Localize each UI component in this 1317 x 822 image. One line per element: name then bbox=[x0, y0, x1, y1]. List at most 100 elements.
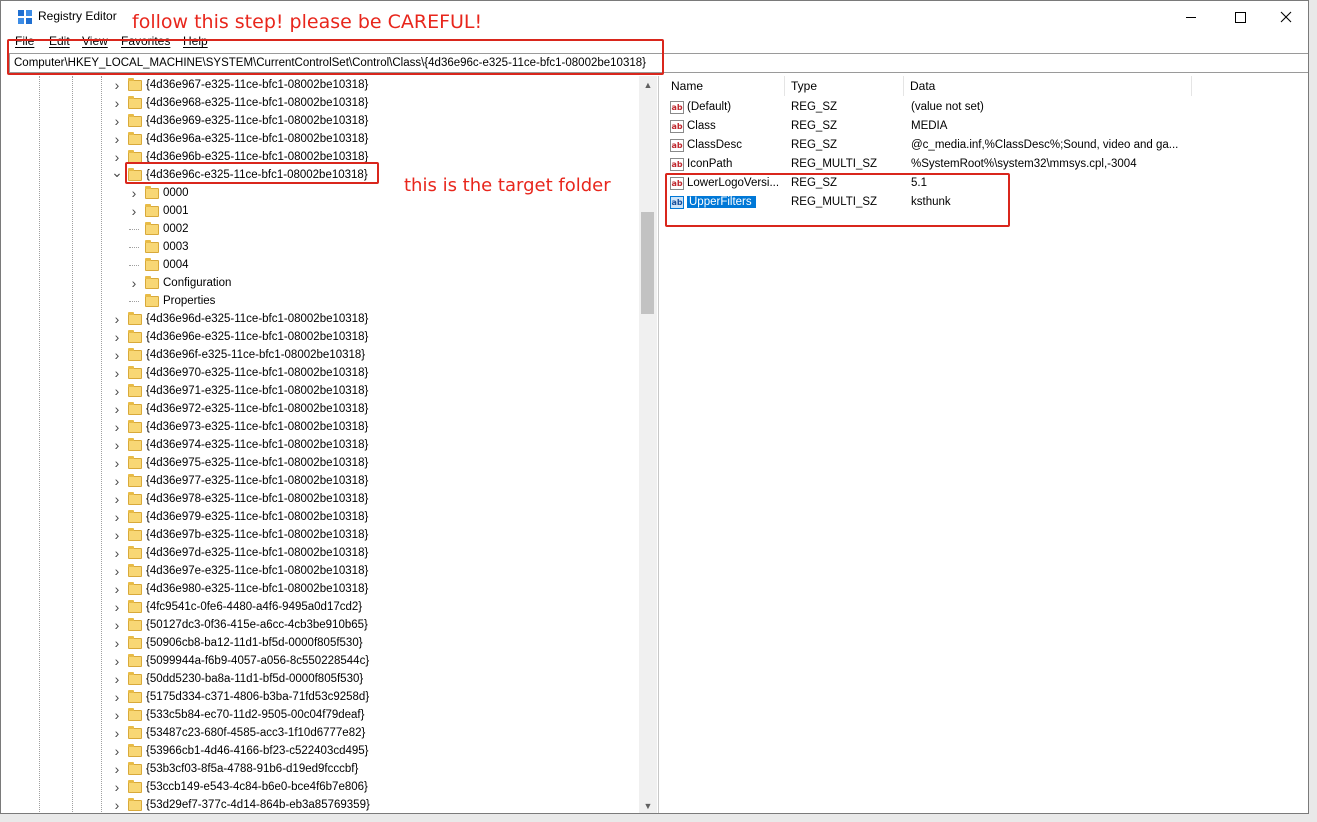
column-header-data[interactable]: Data bbox=[904, 76, 1192, 96]
chevron-right-icon[interactable]: › bbox=[112, 310, 122, 328]
chevron-right-icon[interactable]: › bbox=[112, 598, 122, 616]
chevron-right-icon[interactable]: › bbox=[112, 796, 122, 813]
tree-item[interactable]: › {4d36e970-e325-11ce-bfc1-08002be10318} bbox=[112, 364, 369, 382]
tree-item[interactable]: › {53ccb149-e543-4c84-b6e0-bce4f6b7e806} bbox=[112, 778, 368, 796]
tree-item[interactable]: › {4d36e980-e325-11ce-bfc1-08002be10318} bbox=[112, 580, 369, 598]
tree-item[interactable]: › Configuration bbox=[129, 274, 232, 292]
tree-item[interactable]: › {4d36e975-e325-11ce-bfc1-08002be10318} bbox=[112, 454, 369, 472]
tree-item[interactable]: › {4d36e972-e325-11ce-bfc1-08002be10318} bbox=[112, 400, 369, 418]
chevron-right-icon[interactable]: › bbox=[112, 580, 122, 598]
chevron-right-icon[interactable]: › bbox=[112, 94, 122, 112]
tree-item[interactable]: › {4d36e96b-e325-11ce-bfc1-08002be10318} bbox=[112, 148, 369, 166]
close-button[interactable] bbox=[1263, 1, 1308, 33]
chevron-right-icon[interactable]: › bbox=[112, 670, 122, 688]
tree-item[interactable]: › {533c5b84-ec70-11d2-9505-00c04f79deaf} bbox=[112, 706, 365, 724]
menu-view[interactable]: View bbox=[82, 34, 108, 48]
tree-item[interactable]: › {4d36e96a-e325-11ce-bfc1-08002be10318} bbox=[112, 130, 369, 148]
value-row[interactable]: ab LowerLogoVersi... REG_SZ 5.1 bbox=[665, 174, 1308, 193]
chevron-right-icon[interactable]: › bbox=[112, 130, 122, 148]
chevron-right-icon[interactable]: › bbox=[112, 418, 122, 436]
tree-item[interactable]: › {4d36e974-e325-11ce-bfc1-08002be10318} bbox=[112, 436, 369, 454]
value-row[interactable]: ab (Default) REG_SZ (value not set) bbox=[665, 98, 1308, 117]
tree-item[interactable]: › {53487c23-680f-4585-acc3-1f10d6777e82} bbox=[112, 724, 366, 742]
chevron-right-icon[interactable]: › bbox=[112, 76, 122, 94]
menu-file[interactable]: File bbox=[15, 34, 34, 48]
value-row[interactable]: ab Class REG_SZ MEDIA bbox=[665, 117, 1308, 136]
menu-favorites[interactable]: Favorites bbox=[121, 34, 170, 48]
tree-item[interactable]: Properties bbox=[129, 292, 215, 310]
chevron-right-icon[interactable]: › bbox=[112, 436, 122, 454]
column-header-name[interactable]: Name bbox=[665, 76, 785, 96]
maximize-button[interactable] bbox=[1217, 1, 1263, 33]
tree-item[interactable]: › 0000 bbox=[129, 184, 189, 202]
value-row[interactable]: ab UpperFilters REG_MULTI_SZ ksthunk bbox=[665, 193, 1308, 212]
tree-item[interactable]: › {53b3cf03-8f5a-4788-91b6-d19ed9fcccbf} bbox=[112, 760, 359, 778]
tree-item[interactable]: › {4d36e97b-e325-11ce-bfc1-08002be10318} bbox=[112, 526, 369, 544]
tree-item[interactable]: › {4d36e96f-e325-11ce-bfc1-08002be10318} bbox=[112, 346, 365, 364]
chevron-right-icon[interactable]: › bbox=[112, 652, 122, 670]
tree-item[interactable]: › {53966cb1-4d46-4166-bf23-c522403cd495} bbox=[112, 742, 369, 760]
scroll-down-arrow-icon[interactable]: ▼ bbox=[639, 797, 657, 813]
chevron-right-icon[interactable]: › bbox=[112, 562, 122, 580]
tree-item[interactable]: › {4d36e969-e325-11ce-bfc1-08002be10318} bbox=[112, 112, 369, 130]
chevron-down-icon[interactable]: ⌄ bbox=[111, 163, 123, 181]
tree-item[interactable]: › {4d36e97d-e325-11ce-bfc1-08002be10318} bbox=[112, 544, 369, 562]
scroll-thumb[interactable] bbox=[641, 212, 654, 314]
tree-item[interactable]: › {4d36e971-e325-11ce-bfc1-08002be10318} bbox=[112, 382, 369, 400]
tree-item[interactable]: › {4d36e97e-e325-11ce-bfc1-08002be10318} bbox=[112, 562, 369, 580]
chevron-right-icon[interactable]: › bbox=[129, 202, 139, 220]
tree-item[interactable]: › {4d36e973-e325-11ce-bfc1-08002be10318} bbox=[112, 418, 369, 436]
tree-item[interactable]: › {4d36e977-e325-11ce-bfc1-08002be10318} bbox=[112, 472, 369, 490]
chevron-right-icon[interactable]: › bbox=[112, 490, 122, 508]
tree-item[interactable]: › {4d36e979-e325-11ce-bfc1-08002be10318} bbox=[112, 508, 369, 526]
chevron-right-icon[interactable]: › bbox=[129, 184, 139, 202]
chevron-right-icon[interactable]: › bbox=[112, 634, 122, 652]
tree-item[interactable]: › {4fc9541c-0fe6-4480-a4f6-9495a0d17cd2} bbox=[112, 598, 362, 616]
chevron-right-icon[interactable]: › bbox=[112, 382, 122, 400]
menu-help[interactable]: Help bbox=[183, 34, 208, 48]
tree-item[interactable]: › {4d36e968-e325-11ce-bfc1-08002be10318} bbox=[112, 94, 369, 112]
column-header-type[interactable]: Type bbox=[785, 76, 904, 96]
chevron-right-icon[interactable]: › bbox=[112, 472, 122, 490]
tree-item[interactable]: › {50127dc3-0f36-415e-a6cc-4cb3be910b65} bbox=[112, 616, 368, 634]
chevron-right-icon[interactable]: › bbox=[112, 724, 122, 742]
chevron-right-icon[interactable]: › bbox=[112, 346, 122, 364]
tree-item[interactable]: › {50906cb8-ba12-11d1-bf5d-0000f805f530} bbox=[112, 634, 363, 652]
chevron-right-icon[interactable]: › bbox=[112, 544, 122, 562]
tree-item[interactable]: ⌄ {4d36e96c-e325-11ce-bfc1-08002be10318} bbox=[111, 163, 368, 184]
tree-item[interactable]: 0002 bbox=[129, 220, 189, 238]
value-row[interactable]: ab IconPath REG_MULTI_SZ %SystemRoot%\syste… bbox=[665, 155, 1308, 174]
chevron-right-icon[interactable]: › bbox=[112, 526, 122, 544]
chevron-right-icon[interactable]: › bbox=[112, 742, 122, 760]
tree-item[interactable]: › {5175d334-c371-4806-b3ba-71fd53c9258d} bbox=[112, 688, 370, 706]
tree-item[interactable]: › {50dd5230-ba8a-11d1-bf5d-0000f805f530} bbox=[112, 670, 364, 688]
tree-item[interactable]: › {4d36e967-e325-11ce-bfc1-08002be10318} bbox=[112, 76, 369, 94]
tree-item[interactable]: › {4d36e96e-e325-11ce-bfc1-08002be10318} bbox=[112, 328, 369, 346]
minimize-button[interactable] bbox=[1168, 1, 1214, 33]
tree-scrollbar[interactable]: ▲ ▼ bbox=[639, 76, 657, 813]
chevron-right-icon[interactable]: › bbox=[112, 688, 122, 706]
tree-item[interactable]: 0003 bbox=[129, 238, 189, 256]
chevron-right-icon[interactable]: › bbox=[112, 616, 122, 634]
chevron-right-icon[interactable]: › bbox=[112, 706, 122, 724]
chevron-right-icon[interactable]: › bbox=[112, 778, 122, 796]
value-row[interactable]: ab ClassDesc REG_SZ @c_media.inf,%ClassDesc… bbox=[665, 136, 1308, 155]
chevron-right-icon[interactable]: › bbox=[112, 328, 122, 346]
chevron-right-icon[interactable]: › bbox=[112, 400, 122, 418]
chevron-right-icon[interactable]: › bbox=[129, 274, 139, 292]
tree-item[interactable]: › {4d36e978-e325-11ce-bfc1-08002be10318} bbox=[112, 490, 369, 508]
tree-item[interactable]: › {4d36e96d-e325-11ce-bfc1-08002be10318} bbox=[112, 310, 369, 328]
values-list[interactable]: Name Type Data ab (Default) REG_SZ (value n… bbox=[665, 76, 1308, 813]
chevron-right-icon[interactable]: › bbox=[112, 454, 122, 472]
menu-edit[interactable]: Edit bbox=[49, 34, 70, 48]
scroll-up-arrow-icon[interactable]: ▲ bbox=[639, 76, 657, 93]
tree-item[interactable]: › 0001 bbox=[129, 202, 189, 220]
address-bar[interactable]: Computer\HKEY_LOCAL_MACHINE\SYSTEM\Curre… bbox=[9, 53, 1308, 73]
chevron-right-icon[interactable]: › bbox=[112, 112, 122, 130]
chevron-right-icon[interactable]: › bbox=[112, 364, 122, 382]
tree-item[interactable]: 0004 bbox=[129, 256, 189, 274]
chevron-right-icon[interactable]: › bbox=[112, 508, 122, 526]
chevron-right-icon[interactable]: › bbox=[112, 760, 122, 778]
tree-item[interactable]: › {53d29ef7-377c-4d14-864b-eb3a85769359} bbox=[112, 796, 370, 813]
tree-item[interactable]: › {5099944a-f6b9-4057-a056-8c550228544c} bbox=[112, 652, 370, 670]
